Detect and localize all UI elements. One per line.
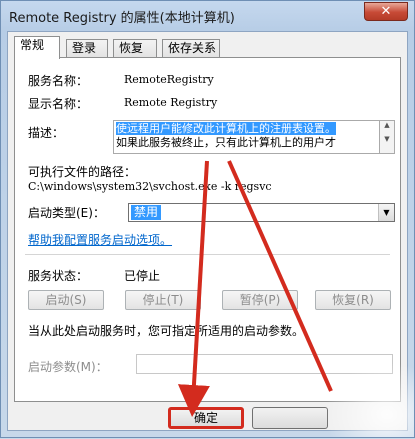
title-bar[interactable]: Remote Registry 的属性(本地计算机) ✕ [1, 1, 414, 31]
scroll-down-icon[interactable]: ▼ [380, 135, 394, 143]
separator [25, 254, 390, 255]
tab-dependencies[interactable]: 依存关系 [162, 39, 220, 58]
startup-type-value: 禁用 [131, 205, 162, 220]
start-params-hint: 当从此处启动服务时，您可指定所适用的启动参数。 [28, 324, 305, 338]
exe-path-value: C:\windows\system32\svchost.exe -k regsv… [28, 180, 272, 193]
description-line-2: 如果此服务被终止，只有此计算机上的用户才 [116, 136, 336, 149]
watermark [324, 362, 414, 437]
startup-type-label: 启动类型(E)： [28, 206, 105, 220]
tab-logon[interactable]: 登录 [66, 39, 108, 58]
resume-button[interactable]: 恢复(R) [315, 290, 391, 310]
cancel-button[interactable] [252, 407, 328, 429]
service-status-label: 服务状态： [28, 269, 89, 283]
description-textbox[interactable]: 使远程用户能修改此计算机上的注册表设置。 如果此服务被终止，只有此计算机上的用户… [113, 120, 380, 154]
window-title: Remote Registry 的属性(本地计算机) [9, 11, 235, 26]
chevron-down-icon[interactable]: ▼ [378, 204, 394, 221]
service-name-value: RemoteRegistry [124, 73, 214, 86]
display-name-value: Remote Registry [124, 96, 218, 109]
service-name-label: 服务名称： [28, 74, 89, 88]
close-button[interactable]: ✕ [364, 2, 408, 21]
tab-recovery[interactable]: 恢复 [113, 39, 157, 58]
description-scrollbar[interactable]: ▲ ▼ [380, 120, 395, 154]
tab-general[interactable]: 常规 [14, 36, 60, 59]
display-name-label: 显示名称： [28, 97, 89, 111]
pause-button[interactable]: 暂停(P) [222, 290, 298, 310]
startup-type-select[interactable]: 禁用 ▼ [128, 203, 395, 222]
close-icon: ✕ [380, 4, 392, 19]
scroll-up-icon[interactable]: ▲ [380, 121, 394, 129]
start-button[interactable]: 启动(S) [28, 290, 104, 310]
help-configure-link[interactable]: 帮助我配置服务启动选项。 [28, 231, 172, 248]
description-label: 描述： [28, 126, 65, 140]
general-tab-panel: 服务名称： RemoteRegistry 显示名称： Remote Regist… [14, 57, 401, 402]
stop-button[interactable]: 停止(T) [125, 290, 201, 310]
properties-window: Remote Registry 的属性(本地计算机) ✕ 常规 登录 恢复 依存… [0, 0, 415, 438]
exe-path-label: 可执行文件的路径： [28, 165, 137, 179]
service-status-value: 已停止 [124, 269, 161, 283]
start-params-label: 启动参数(M)： [28, 360, 108, 374]
description-line-1: 使远程用户能修改此计算机上的注册表设置。 [116, 122, 336, 135]
ok-button[interactable]: 确定 [168, 407, 244, 429]
